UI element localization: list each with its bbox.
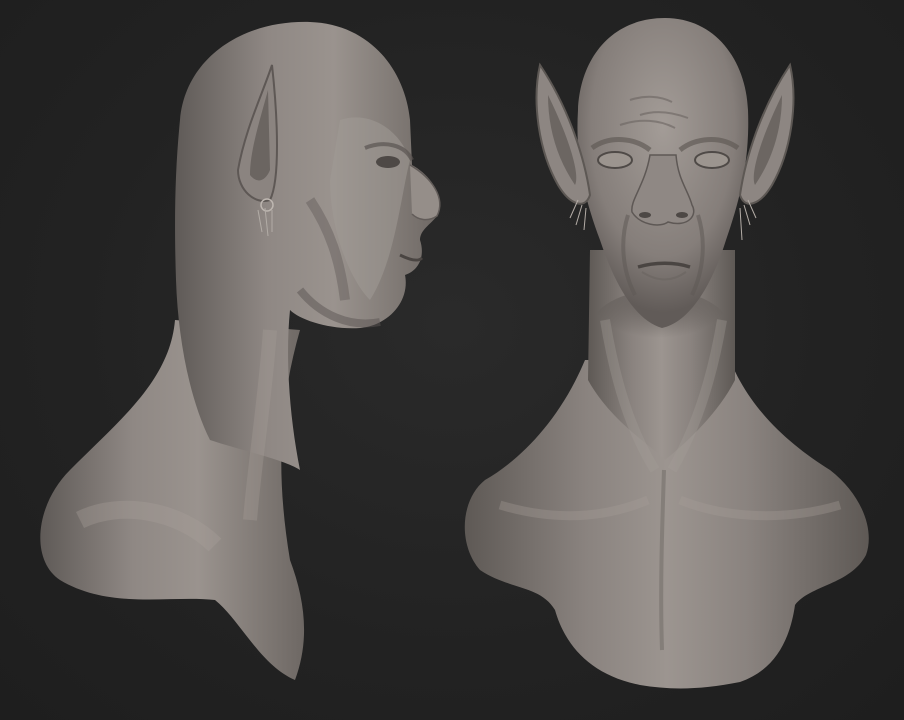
side-eye bbox=[376, 156, 400, 168]
front-eye-right bbox=[694, 151, 730, 169]
sculpt-viewport bbox=[0, 0, 904, 720]
side-view-bust bbox=[40, 21, 441, 680]
front-ear-hair-right bbox=[739, 199, 757, 241]
front-nostril-right bbox=[676, 212, 688, 218]
side-nose bbox=[409, 164, 441, 221]
front-nostril-left bbox=[639, 212, 651, 218]
front-eye-left bbox=[597, 151, 633, 169]
front-view-bust bbox=[464, 18, 869, 689]
sculpt-render bbox=[40, 18, 869, 689]
side-neck-head bbox=[175, 21, 440, 470]
